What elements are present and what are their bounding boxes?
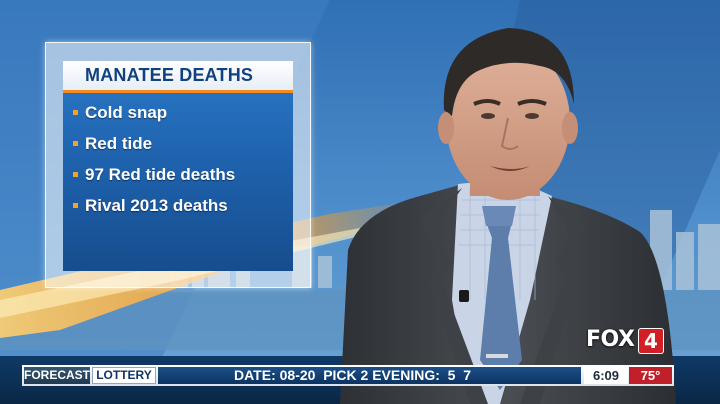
station-logo: FOX 4 [586,327,666,355]
graphic-content: MANATEE DEATHS Cold snap Red tide 97 Red… [63,61,293,271]
bullet-square-icon [73,172,78,177]
bullet-text: 97 Red tide deaths [85,165,236,184]
bullet-text: Red tide [85,134,153,153]
bullet-text: Rival 2013 deaths [85,196,228,215]
bullet-text: Cold snap [85,103,168,122]
broadcast-frame: MANATEE DEATHS Cold snap Red tide 97 Red… [0,0,720,404]
tie-clip [486,354,508,358]
clock-box: 6:09 [584,367,628,384]
left-eye [481,113,495,119]
temperature-value: 75° [640,368,661,383]
tie-knot [482,206,516,226]
bullet-square-icon [73,110,78,115]
temperature-box: 75° [629,367,672,384]
bullet-square-icon [73,203,78,208]
tab-forecast-label: FORECAST [24,368,90,382]
logo-channel-badge: 4 [638,328,664,354]
graphic-title: MANATEE DEATHS [85,65,254,85]
news-ticker: FORECAST LOTTERY DATE: 08-20 PICK 2 EVEN… [22,365,674,386]
lavalier-mic [459,290,469,302]
bullet-square-icon [73,141,78,146]
tab-lottery: LOTTERY [92,367,156,384]
logo-channel-number: 4 [644,329,658,353]
ticker-crawl-text: DATE: 08-20 PICK 2 EVENING: 5 7 [234,367,472,383]
over-the-shoulder-graphic: MANATEE DEATHS Cold snap Red tide 97 Red… [45,42,311,288]
logo-network-text: FOX [586,327,635,352]
right-ear [562,112,578,144]
graphic-title-bar: MANATEE DEATHS [63,61,293,93]
clock-time: 6:09 [592,368,620,383]
right-eye [525,113,539,119]
ticker-crawl: DATE: 08-20 PICK 2 EVENING: 5 7 [158,367,581,384]
left-ear [438,112,454,144]
tab-lottery-label: LOTTERY [96,368,152,382]
tab-forecast: FORECAST [24,367,90,384]
